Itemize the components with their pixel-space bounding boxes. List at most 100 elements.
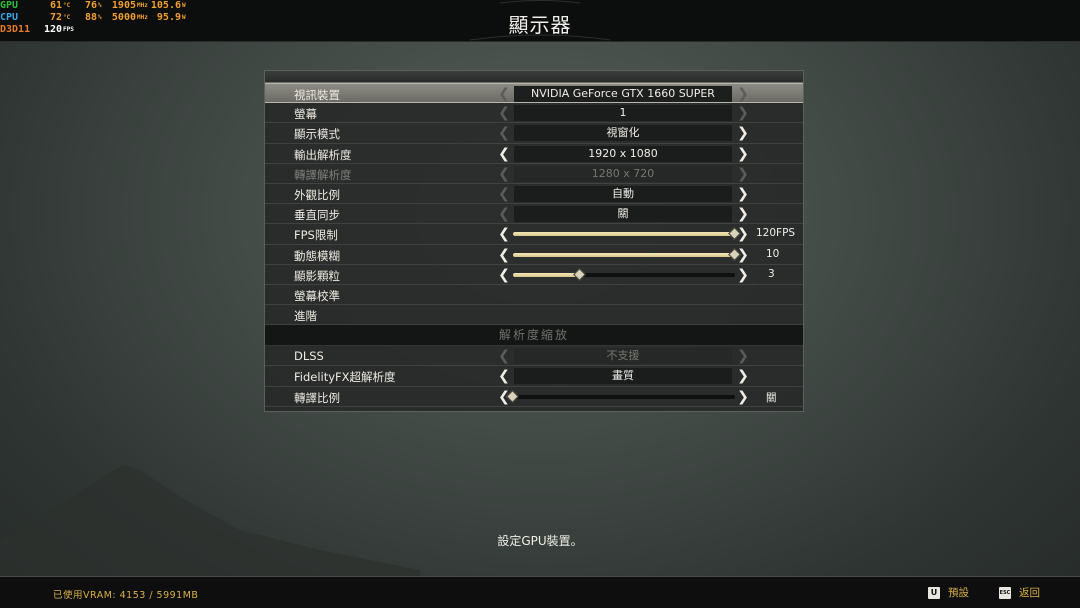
setting-film-grain[interactable]: 顯影顆粒 ❮ ❯ 3 (265, 265, 803, 285)
render-scale-slider[interactable] (506, 389, 735, 403)
display-settings-panel: 視訊裝置 ❮ NVIDIA GeForce GTX 1660 SUPER ❯ 螢… (264, 70, 804, 412)
setting-value: 關 (766, 391, 777, 404)
setting-label: 進階 (294, 309, 317, 324)
setting-fidelityfx[interactable]: FidelityFX超解析度 ❮ 畫質 ❯ (265, 366, 803, 387)
osd-cpu-power-unit: W (182, 14, 186, 21)
setting-label: 轉譯比例 (294, 390, 340, 405)
slider-fill (513, 232, 735, 237)
setting-value: 自動 (514, 185, 732, 202)
osd-cpu-clock-unit: MHz (137, 14, 148, 21)
setting-label: 螢幕校準 (294, 288, 340, 303)
osd-gpu-clock-unit: MHz (137, 2, 148, 9)
background-mountain (0, 465, 420, 580)
setting-label: 視訊裝置 (294, 88, 340, 102)
osd-gpu-power-unit: W (182, 2, 186, 9)
setting-label: 螢幕 (294, 107, 317, 122)
motion-blur-slider[interactable] (513, 247, 741, 261)
setting-render-scale[interactable]: 轉譯比例 ❮ ❯ 關 (265, 387, 803, 407)
setting-advanced[interactable]: 進階 (265, 305, 803, 326)
setting-vsync[interactable]: 垂直同步 ❮ 關 ❯ (265, 204, 803, 225)
chevron-left-icon[interactable]: ❮ (497, 206, 511, 222)
setting-output-resolution[interactable]: 輸出解析度 ❮ 1920 x 1080 ❯ (265, 144, 803, 164)
slider-fill (513, 252, 735, 257)
setting-label: 垂直同步 (294, 208, 340, 223)
chevron-right-icon: ❯ (737, 348, 749, 365)
osd-cpu-tag: CPU (0, 12, 19, 23)
setting-value: NVIDIA GeForce GTX 1660 SUPER (514, 86, 732, 102)
key-esc-icon: ESC (999, 586, 1011, 599)
setting-label: FPS限制 (294, 228, 338, 243)
setting-render-resolution: 轉譯解析度 ❮ 1280 x 720 ❯ (265, 164, 803, 184)
setting-value: 1280 x 720 (514, 165, 732, 182)
osd-cpu-power: 95.9 (156, 12, 181, 23)
setting-video-device[interactable]: 視訊裝置 ❮ NVIDIA GeForce GTX 1660 SUPER ❯ (265, 83, 803, 104)
fps-limit-slider[interactable] (513, 227, 741, 241)
setting-display-mode[interactable]: 顯示模式 ❮ 視窗化 ❯ (265, 123, 803, 144)
chevron-right-icon: ❯ (737, 165, 749, 182)
chevron-left-icon: ❮ (498, 348, 510, 365)
slider-fill (513, 272, 580, 277)
osd-gpu-power: 105.6 (150, 0, 181, 11)
chevron-left-icon[interactable]: ❮ (497, 226, 511, 242)
slider-handle[interactable] (572, 267, 586, 281)
chevron-left-icon[interactable]: ❮ (497, 368, 511, 384)
chevron-right-icon[interactable]: ❯ (736, 368, 750, 384)
chevron-right-icon[interactable]: ❯ (736, 186, 750, 202)
film-grain-slider[interactable] (513, 267, 735, 281)
chevron-left-icon[interactable]: ❮ (497, 146, 511, 162)
key-u-icon: U (928, 586, 940, 599)
setting-screen-calibration[interactable]: 螢幕校準 (265, 285, 803, 306)
chevron-right-icon[interactable]: ❯ (736, 86, 750, 102)
osd-gpu-clock: 1905 (111, 0, 136, 11)
setting-label: 輸出解析度 (294, 147, 352, 162)
osd-gpu-temp: 61 (49, 0, 62, 11)
osd-gpu-temp-unit: °C (63, 2, 71, 9)
osd-gpu-usage-unit: % (98, 2, 102, 9)
chevron-left-icon[interactable]: ❮ (497, 186, 511, 202)
chevron-right-icon[interactable]: ❯ (736, 267, 750, 283)
osd-cpu-usage: 88 (84, 12, 97, 23)
default-hint[interactable]: U 預設 (928, 585, 969, 600)
default-label: 預設 (948, 587, 969, 599)
panel-top-edge (265, 71, 803, 83)
vram-usage: 已使用VRAM: 4153 / 5991MB (53, 590, 199, 601)
osd-gpu-tag: GPU (0, 0, 19, 11)
setting-value: 畫質 (514, 368, 732, 385)
section-header-resolution-scaling: 解析度縮放 (265, 325, 803, 347)
osd-fps-unit: FPS (63, 26, 74, 33)
setting-value: 關 (514, 206, 732, 223)
setting-value: 1 (514, 105, 732, 122)
chevron-left-icon[interactable]: ❮ (497, 247, 511, 263)
bottom-bar: 已使用VRAM: 4153 / 5991MB U 預設 ESC 返回 (0, 576, 1080, 608)
setting-value: 不支援 (514, 348, 732, 365)
back-label: 返回 (1019, 587, 1040, 599)
osd-gpu-row: GPU 61 °C 76% 1905 MHz 105.6 W (0, 0, 186, 12)
setting-label: DLSS (294, 349, 324, 364)
osd-gpu-usage: 76 (84, 0, 97, 11)
setting-value: 1920 x 1080 (514, 145, 732, 162)
chevron-left-icon[interactable]: ❮ (497, 86, 511, 102)
chevron-left-icon[interactable]: ❮ (497, 125, 511, 141)
osd-cpu-usage-unit: % (98, 14, 102, 21)
chevron-right-icon[interactable]: ❯ (736, 125, 750, 141)
osd-cpu-clock: 5000 (111, 12, 136, 23)
osd-fps: 120 (43, 24, 62, 35)
chevron-left-icon[interactable]: ❮ (497, 105, 511, 121)
setting-motion-blur[interactable]: 動態模糊 ❮ ❯ 10 (265, 245, 803, 265)
back-hint[interactable]: ESC 返回 (999, 585, 1040, 600)
setting-aspect-ratio[interactable]: 外觀比例 ❮ 自動 ❯ (265, 184, 803, 205)
chevron-right-icon[interactable]: ❯ (736, 226, 750, 242)
chevron-left-icon[interactable]: ❮ (497, 267, 511, 283)
setting-monitor[interactable]: 螢幕 ❮ 1 ❯ (265, 103, 803, 124)
chevron-right-icon[interactable]: ❯ (736, 105, 750, 121)
chevron-right-icon[interactable]: ❯ (736, 206, 750, 222)
setting-label: 顯影顆粒 (294, 268, 340, 283)
chevron-right-icon[interactable]: ❯ (736, 389, 750, 405)
osd-cpu-temp: 72 (49, 12, 62, 23)
osd-d3d-row: D3D11 120 FPS (0, 24, 186, 36)
setting-fps-limit[interactable]: FPS限制 ❮ ❯ 120FPS (265, 224, 803, 245)
chevron-right-icon[interactable]: ❯ (736, 247, 750, 263)
setting-label: 外觀比例 (294, 187, 340, 202)
chevron-right-icon[interactable]: ❯ (736, 146, 750, 162)
setting-description: 設定GPU裝置。 (497, 534, 583, 548)
